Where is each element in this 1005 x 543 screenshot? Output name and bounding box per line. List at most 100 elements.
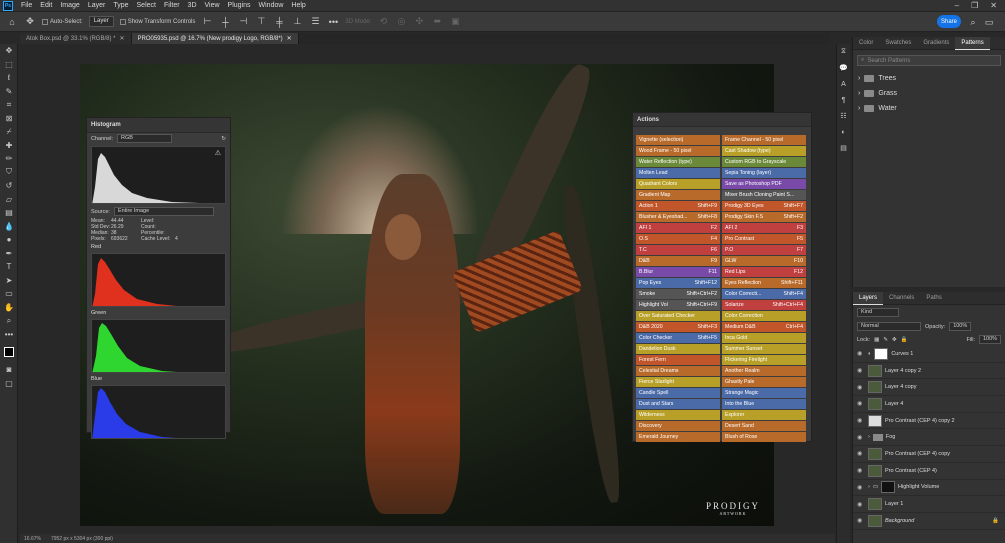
action-button[interactable]: Sepia Toning (layer) <box>722 168 806 178</box>
hand-tool-icon[interactable]: ✋ <box>0 301 18 315</box>
action-button[interactable]: AFI 1 F2 <box>636 223 720 233</box>
action-button[interactable]: Another Realm <box>722 366 806 376</box>
action-button[interactable]: Celestial Dreams <box>636 366 720 376</box>
channel-dropdown[interactable]: RGB <box>117 134 173 143</box>
3d-slide-icon[interactable]: ⬌ <box>431 16 443 28</box>
action-button[interactable]: Highlight Vol Shift+Ctrl+F9 <box>636 300 720 310</box>
action-button[interactable]: Desert Sand <box>722 421 806 431</box>
eye-icon[interactable]: ◉ <box>857 367 865 374</box>
action-button[interactable]: Wilderness <box>636 410 720 420</box>
type-tool-icon[interactable]: T <box>0 260 18 274</box>
action-button[interactable]: B.Blur F11 <box>636 267 720 277</box>
action-button[interactable]: GLW F10 <box>722 256 806 266</box>
auto-select-checkbox[interactable]: Auto-Select: <box>42 18 83 25</box>
more-tools-icon[interactable]: ••• <box>0 328 18 342</box>
path-selection-tool-icon[interactable]: ➤ <box>0 274 18 288</box>
distribute-icon[interactable]: ☰ <box>309 16 321 28</box>
lock-position-icon[interactable]: ✥ <box>892 337 897 343</box>
tab-gradients[interactable]: Gradients <box>917 37 955 50</box>
screen-mode-icon[interactable]: ▢ <box>0 377 18 391</box>
share-button[interactable]: Share <box>937 15 961 28</box>
menu-filter[interactable]: Filter <box>160 2 184 9</box>
layer-row[interactable]: ◉ Layer 1 <box>853 496 1005 513</box>
source-dropdown[interactable]: Entire Image <box>113 207 214 216</box>
menu-type[interactable]: Type <box>109 2 132 9</box>
action-button[interactable]: Dust and Stars <box>636 399 720 409</box>
search-icon[interactable]: ⌕ <box>967 16 979 28</box>
action-button[interactable]: Cast Shadow (type) <box>722 146 806 156</box>
tab-pro05935[interactable]: PRO05935.psd @ 16.7% (New prodigy Logo, … <box>131 33 299 44</box>
paragraph-icon[interactable]: ¶ <box>837 92 850 108</box>
action-button[interactable]: Solarize Shift+Ctrl+F4 <box>722 300 806 310</box>
zoom-level[interactable]: 16.67% <box>24 536 41 542</box>
eye-icon[interactable]: ◉ <box>857 517 865 524</box>
action-button[interactable]: Prodigy Skin F.S Shift+F2 <box>722 212 806 222</box>
menu-plugins[interactable]: Plugins <box>224 2 255 9</box>
action-button[interactable]: Forest Fern <box>636 355 720 365</box>
tab-layers[interactable]: Layers <box>853 291 884 305</box>
tab-channels[interactable]: Channels <box>883 292 920 305</box>
color-swatches-icon[interactable] <box>0 341 18 363</box>
action-button[interactable]: Fierce Starlight <box>636 377 720 387</box>
brush-tool-icon[interactable]: ✏ <box>0 152 18 166</box>
align-middle-icon[interactable]: ╪ <box>273 16 285 28</box>
action-button[interactable]: D&B F9 <box>636 256 720 266</box>
opacity-input[interactable]: 100% <box>949 322 972 331</box>
action-button[interactable]: Eyes Reflection Shift+F11 <box>722 278 806 288</box>
align-right-icon[interactable]: ⊣ <box>237 16 249 28</box>
gradient-tool-icon[interactable]: ▤ <box>0 206 18 220</box>
action-button[interactable]: T.C F6 <box>636 245 720 255</box>
quick-mask-icon[interactable]: ◙ <box>0 363 18 377</box>
action-button[interactable]: Summer Sunset <box>722 344 806 354</box>
layer-row[interactable]: ◉ ◐ Curves 1 <box>853 346 1005 363</box>
chevron-right-icon[interactable]: › <box>868 484 870 490</box>
layer-row[interactable]: ◉ Layer 4 copy 2 <box>853 363 1005 380</box>
eye-icon[interactable]: ◉ <box>857 350 865 357</box>
action-button[interactable]: Gradient Map <box>636 190 720 200</box>
action-button[interactable]: Red Lips F12 <box>722 267 806 277</box>
menu-window[interactable]: Window <box>255 2 288 9</box>
pattern-group-water[interactable]: › Water <box>853 101 1005 116</box>
3d-pan-icon[interactable]: ✣ <box>413 16 425 28</box>
action-button[interactable]: Flickering Firelight <box>722 355 806 365</box>
close-tab-icon[interactable]: ✕ <box>287 35 292 42</box>
action-button[interactable]: Discovery <box>636 421 720 431</box>
menu-select[interactable]: Select <box>133 2 160 9</box>
3d-orbit-icon[interactable]: ⟲ <box>377 16 389 28</box>
marquee-tool-icon[interactable]: ⬚ <box>0 58 18 72</box>
layer-row[interactable]: ◉ Layer 4 <box>853 396 1005 413</box>
tab-patterns[interactable]: Patterns <box>955 36 990 50</box>
eyedropper-tool-icon[interactable]: ⌿ <box>0 125 18 139</box>
action-button[interactable]: O.S F4 <box>636 234 720 244</box>
blur-tool-icon[interactable]: 💧 <box>0 220 18 234</box>
align-center-icon[interactable]: ┼ <box>219 16 231 28</box>
layer-row[interactable]: ◉ Pro Contrast (CEP 4) copy 2 <box>853 413 1005 430</box>
properties-icon[interactable]: ☷ <box>837 108 850 124</box>
eye-icon[interactable]: ◉ <box>857 400 865 407</box>
frame-tool-icon[interactable]: ⊠ <box>0 112 18 126</box>
lock-paint-icon[interactable]: ✎ <box>883 337 888 343</box>
fill-input[interactable]: 100% <box>979 335 1001 344</box>
layer-group-row[interactable]: ◉ › ▭ Highlight Volume <box>853 480 1005 497</box>
photoshop-logo-icon[interactable]: Ps <box>3 0 13 11</box>
action-button[interactable]: Color Checker Shift+F5 <box>636 333 720 343</box>
quick-select-tool-icon[interactable]: ✎ <box>0 85 18 99</box>
minimize-icon[interactable]: – <box>955 1 959 10</box>
action-button[interactable]: Vignette (selection) <box>636 135 720 145</box>
action-button[interactable]: AFI 2 F3 <box>722 223 806 233</box>
comments-icon[interactable]: 💬 <box>837 60 850 76</box>
eye-icon[interactable]: ◉ <box>857 417 865 424</box>
action-button[interactable]: Action 1 Shift+F9 <box>636 201 720 211</box>
show-transform-checkbox[interactable]: Show Transform Controls <box>119 18 195 25</box>
action-button[interactable]: Blusher & Eyeshad... Shift+F8 <box>636 212 720 222</box>
action-button[interactable]: Medium D&B Ctrl+F4 <box>722 322 806 332</box>
eye-icon[interactable]: ◉ <box>857 501 865 508</box>
chevron-right-icon[interactable]: › <box>868 434 870 440</box>
kind-filter-dropdown[interactable]: Kind <box>857 308 899 317</box>
3d-roll-icon[interactable]: ◎ <box>395 16 407 28</box>
action-button[interactable]: Prodigy 3D Eyes Shift+F7 <box>722 201 806 211</box>
action-button[interactable]: Quadrant Colors <box>636 179 720 189</box>
action-button[interactable]: Wood Frame - 50 pixel <box>636 146 720 156</box>
tab-paths[interactable]: Paths <box>920 292 947 305</box>
action-button[interactable]: Smoke Shift+Ctrl+F2 <box>636 289 720 299</box>
